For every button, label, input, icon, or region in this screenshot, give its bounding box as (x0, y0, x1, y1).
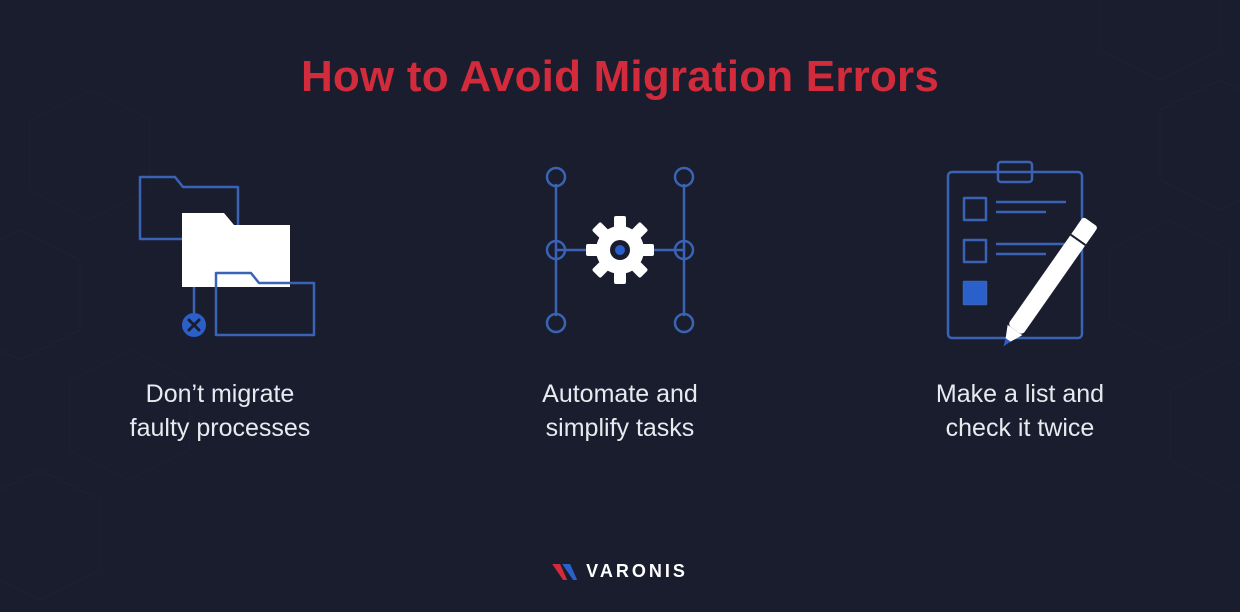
brand-name: VARONIS (586, 561, 688, 582)
checklist-pen-icon (920, 150, 1120, 350)
card-caption: Automate and simplify tasks (542, 378, 698, 446)
folders-error-icon (120, 150, 320, 350)
cards-row: Don’t migrate faulty processes (0, 150, 1240, 446)
brand-logo: VARONIS (552, 561, 688, 582)
page-title: How to Avoid Migration Errors (301, 52, 939, 102)
automation-gear-icon (510, 150, 730, 350)
infographic-container: How to Avoid Migration Errors (0, 0, 1240, 612)
card-caption: Don’t migrate faulty processes (130, 378, 311, 446)
card-faulty-processes: Don’t migrate faulty processes (80, 150, 360, 446)
brand-mark-icon (552, 562, 578, 582)
card-automate-simplify: Automate and simplify tasks (480, 150, 760, 446)
card-caption: Make a list and check it twice (936, 378, 1104, 446)
card-checklist: Make a list and check it twice (880, 150, 1160, 446)
